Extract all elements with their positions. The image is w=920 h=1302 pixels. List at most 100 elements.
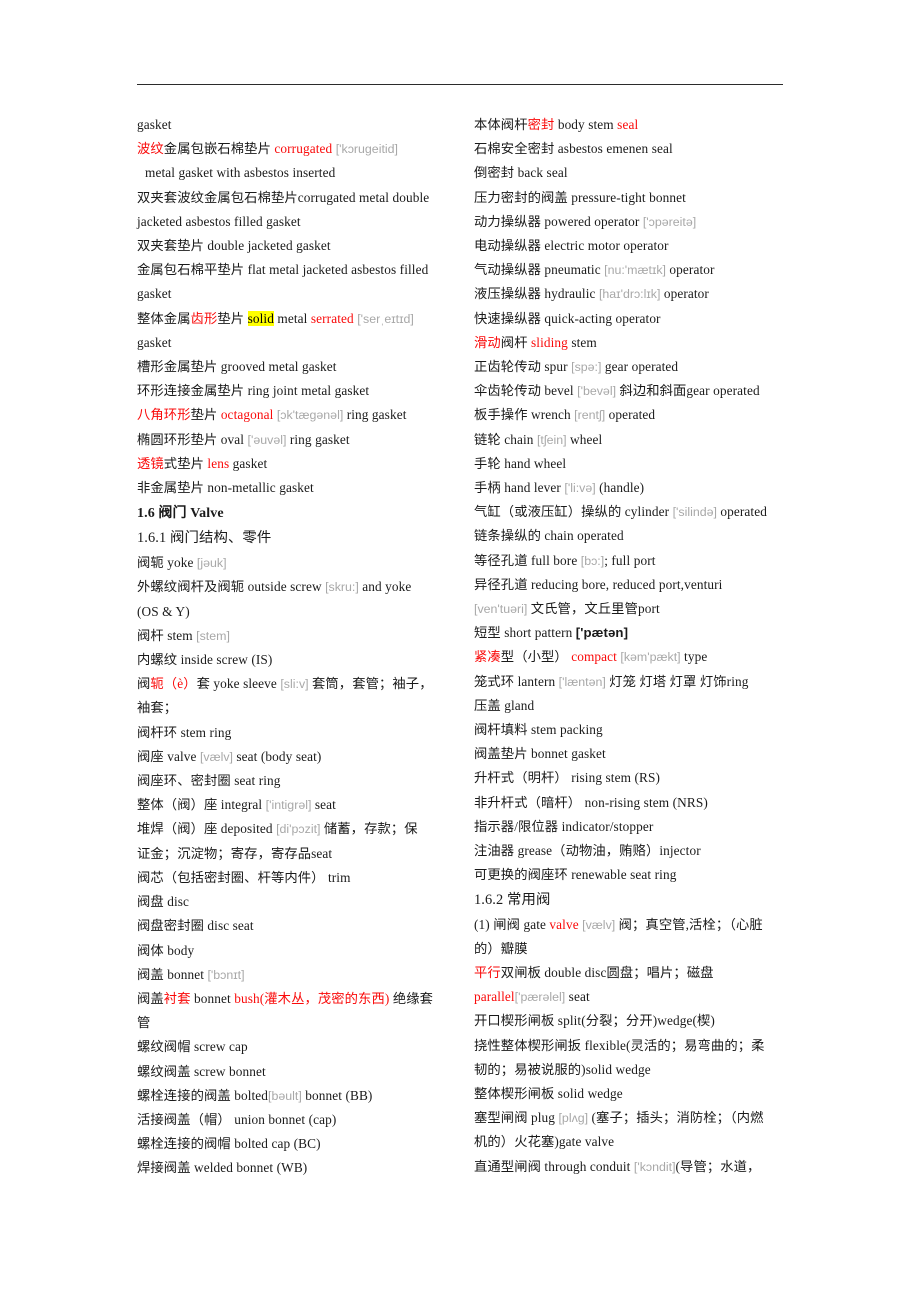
glossary-entry: 外螺纹阀杆及阀轭 outside screw [skru:] and yoke <box>137 575 460 599</box>
glossary-entry: 挠性整体楔形闸扳 flexible(灵活的；易弯曲的；柔 <box>474 1037 765 1053</box>
entry-text: gear operated <box>601 359 679 375</box>
entry-text: 液压操纵器 hydraulic <box>474 286 599 302</box>
entry-text: 双闸板 double disc圆盘；唱片；磁盘 <box>500 964 714 980</box>
glossary-entry: 滑动阀杆 sliding stem <box>474 331 797 355</box>
subsection-heading: 1.6.2 常用阀 <box>474 891 551 908</box>
entry-text: 塞型闸阀 plug <box>474 1110 559 1126</box>
header-horizontal-rule <box>137 84 783 85</box>
emphasis-term: 密封 <box>527 117 555 132</box>
glossary-entry: 开口楔形闸板 split(分裂；分开)wedge(楔) <box>474 1013 715 1029</box>
entry-text: 短型 short pattern <box>474 625 576 641</box>
glossary-entry: 气缸（或液压缸）操纵的 cylinder ['silində] operated <box>474 500 797 524</box>
phonetic-transcription: [vælv] <box>582 917 616 932</box>
phonetic-transcription: [nu:'mætɪk] <box>604 263 666 278</box>
glossary-entry: 电动操纵器 electric motor operator <box>474 238 669 254</box>
glossary-entry: 阀体 body <box>137 942 195 958</box>
glossary-entry: 链条操纵的 chain operated <box>474 528 624 544</box>
glossary-entry: 异径孔道 reducing bore, reduced port,venturi <box>474 576 723 592</box>
glossary-entry: 非升杆式（暗杆） non-rising stem (NRS) <box>474 794 708 810</box>
entry-text: 正齿轮传动 spur <box>474 359 572 375</box>
emphasis-term: 衬套 <box>163 990 191 1006</box>
phonetic-transcription: [ɔk'tægənəl] <box>276 408 344 423</box>
glossary-entry: 阀芯（包括密封圈、杆等内件） trim <box>137 869 351 885</box>
phonetic-transcription: [skru:] <box>325 580 359 595</box>
entry-text: bonnet (BB) <box>301 1087 373 1103</box>
glossary-entry: parallel['pærəlel] seat <box>474 985 797 1009</box>
glossary-entry: 双夹套垫片 double jacketed gasket <box>137 238 331 254</box>
phonetic-transcription: [haɪ'drɔ:lɪk] <box>598 287 661 302</box>
glossary-entry: 堆焊（阀）座 deposited [di'pɔzit] 储蓄，存款；保 <box>137 817 460 841</box>
glossary-entry: gasket <box>137 286 172 302</box>
phonetic-transcription: ['pætən] <box>575 625 629 641</box>
glossary-entry: 阀杆环 stem ring <box>137 724 232 740</box>
glossary-entry: gasket <box>137 117 172 132</box>
glossary-entry: 整体（阀）座 integral ['intigrəl] seat <box>137 793 460 817</box>
phonetic-transcription: ['intigrəl] <box>265 798 312 813</box>
glossary-entry: 手轮 hand wheel <box>474 455 567 471</box>
emphasis-term: compact <box>571 649 617 665</box>
emphasis-term: corrugated <box>274 141 333 157</box>
emphasis-term: serrated <box>310 310 354 326</box>
entry-text: (塞子；插头；消防栓；（内燃 <box>588 1110 764 1126</box>
entry-text: 阀盖 <box>137 990 164 1006</box>
entry-text: ring gasket <box>343 407 407 423</box>
glossary-entry: 指示器/限位器 indicator/stopper <box>474 818 654 834</box>
glossary-entry: 韧的；易被说服的)solid wedge <box>474 1061 651 1077</box>
glossary-entry: 压盖 gland <box>474 697 535 713</box>
entry-text: metal <box>273 310 311 326</box>
glossary-entry: 波纹金属包嵌石棉垫片 corrugated ['kɔrugeitid] <box>137 137 460 161</box>
phonetic-transcription: ['li:və] <box>564 481 596 496</box>
glossary-entry: 阀盖 bonnet ['bɔnɪt] <box>137 963 460 987</box>
glossary-entry: 阀盘 disc <box>137 894 190 910</box>
right-text-column: 本体阀杆密封 body stem seal 石棉安全密封 asbestos eme… <box>474 113 797 1181</box>
glossary-entry: [ven'tuəri] 文氏管，文丘里管port <box>474 597 797 621</box>
phonetic-transcription: [vælv] <box>199 749 233 764</box>
entry-text: body stem <box>554 117 618 132</box>
document-page: gasket 波纹金属包嵌石棉垫片 corrugated ['kɔrugeitid… <box>0 0 920 1302</box>
entry-text: (handle) <box>595 480 645 496</box>
glossary-entry: 直通型闸阀 through conduit ['kɔndit](导管；水道， <box>474 1155 797 1179</box>
glossary-entry: 倒密封 back seal <box>474 165 568 181</box>
entry-text: 斜边和斜面gear operated <box>616 383 760 399</box>
glossary-entry: 升杆式（明杆） rising stem (RS) <box>474 770 660 786</box>
glossary-entry: 正齿轮传动 spur [spə:] gear operated <box>474 355 797 379</box>
glossary-entry: 整体金属齿形垫片 solid metal serrated ['serˌeɪtɪ… <box>137 307 460 331</box>
phonetic-transcription: [sli:v] <box>280 677 309 692</box>
phonetic-transcription: [kəm'pækt] <box>620 650 681 665</box>
emphasis-term: valve <box>549 916 579 932</box>
emphasis-term: 轭（è） <box>150 676 197 692</box>
emphasis-term: lens <box>207 455 230 471</box>
entry-text: bonnet <box>190 990 235 1006</box>
subsection-heading: 1.6.1 阀门结构、零件 <box>137 530 272 547</box>
glossary-entry: 证金；沉淀物；寄存，寄存品seat <box>137 845 333 861</box>
left-text-column: gasket 波纹金属包嵌石棉垫片 corrugated ['kɔrugeitid… <box>137 113 460 1181</box>
entry-text: 气缸（或液压缸）操纵的 cylinder <box>474 504 673 520</box>
phonetic-transcription: ['kɔndit] <box>633 1159 676 1174</box>
entry-text: 垫片 <box>217 310 248 326</box>
glossary-entry: 焊接阀盖 welded bonnet (WB) <box>137 1160 308 1176</box>
entry-text: 螺栓连接的阀盖 bolted <box>137 1087 269 1103</box>
entry-text: 笼式环 lantern <box>474 673 559 689</box>
entry-text: 板手操作 wrench <box>474 407 575 423</box>
glossary-entry: 阀座环、密封圈 seat ring <box>137 773 281 789</box>
glossary-entry: 紧凑型（小型） compact [kəm'pækt] type <box>474 645 797 669</box>
glossary-entry: 压力密封的阀盖 pressure-tight bonnet <box>474 189 686 205</box>
entry-text: 金属包嵌石棉垫片 <box>163 141 275 157</box>
entry-text: 阀 <box>137 676 151 692</box>
entry-text: 套 yoke sleeve <box>196 676 281 692</box>
entry-text: operator <box>660 286 709 302</box>
phonetic-transcription: ['pærəlel] <box>514 990 566 1005</box>
emphasis-term: parallel <box>474 989 515 1005</box>
entry-text: ; full port <box>604 552 656 568</box>
entry-text: 绝缘套 <box>389 990 434 1006</box>
glossary-entry: 动力操纵器 powered operator ['ɔpəreitə] <box>474 210 797 234</box>
two-column-body: gasket 波纹金属包嵌石棉垫片 corrugated ['kɔrugeitid… <box>137 113 797 1181</box>
emphasis-term: 波纹 <box>137 141 164 157</box>
entry-text: 链轮 chain <box>474 431 537 447</box>
entry-text: 等径孔道 full bore <box>474 552 581 568</box>
glossary-entry: 螺栓连接的阀帽 bolted cap (BC) <box>137 1136 321 1152</box>
entry-text: 套筒，套管；袖子， <box>308 676 433 692</box>
glossary-entry: 阀轭 yoke [jəuk] <box>137 551 460 575</box>
glossary-entry: 快速操纵器 quick-acting operator <box>474 310 661 326</box>
glossary-entry: 笼式环 lantern ['læntən] 灯笼 灯塔 灯罩 灯饰ring <box>474 670 797 694</box>
